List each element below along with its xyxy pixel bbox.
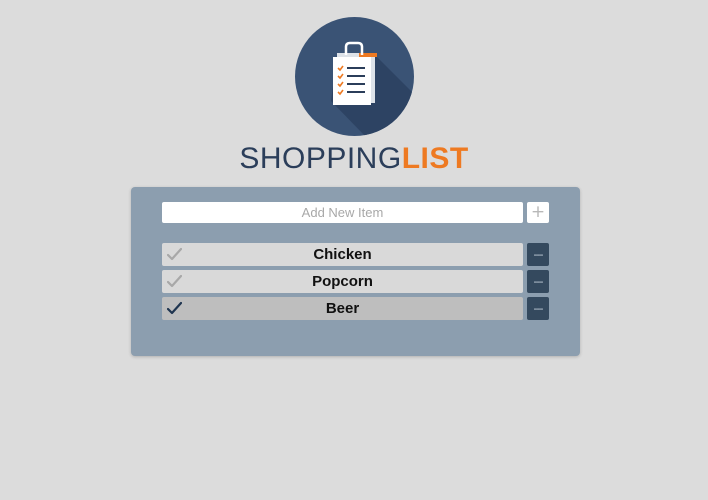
- shopping-bag-checklist-icon: [331, 41, 414, 136]
- remove-item-button[interactable]: ---: [527, 243, 549, 266]
- item-label: Popcorn: [312, 273, 373, 290]
- remove-item-button[interactable]: ---: [527, 297, 549, 320]
- list-item: Beer ---: [162, 297, 549, 320]
- add-item-row: +: [162, 202, 549, 223]
- app-title-list: LIST: [401, 142, 469, 175]
- app-title-shopping: SHOPPING: [239, 142, 402, 175]
- item-list: Chicken --- Popcorn --- Beer ---: [162, 243, 549, 324]
- app-title: SHOPPINGLIST: [0, 142, 708, 176]
- list-item: Popcorn ---: [162, 270, 549, 293]
- list-item: Chicken ---: [162, 243, 549, 266]
- add-item-button[interactable]: +: [527, 202, 549, 223]
- app-page: SHOPPINGLIST + Chicken ---: [0, 0, 708, 500]
- logo: [295, 17, 414, 136]
- item-toggle[interactable]: Popcorn: [162, 270, 523, 293]
- item-toggle[interactable]: Beer: [162, 297, 523, 320]
- item-toggle[interactable]: Chicken: [162, 243, 523, 266]
- add-item-input[interactable]: [162, 202, 523, 223]
- item-label: Chicken: [313, 246, 372, 263]
- item-label: Beer: [325, 300, 360, 317]
- shopping-list-panel: + Chicken --- Popcorn ---: [131, 187, 580, 356]
- remove-item-button[interactable]: ---: [527, 270, 549, 293]
